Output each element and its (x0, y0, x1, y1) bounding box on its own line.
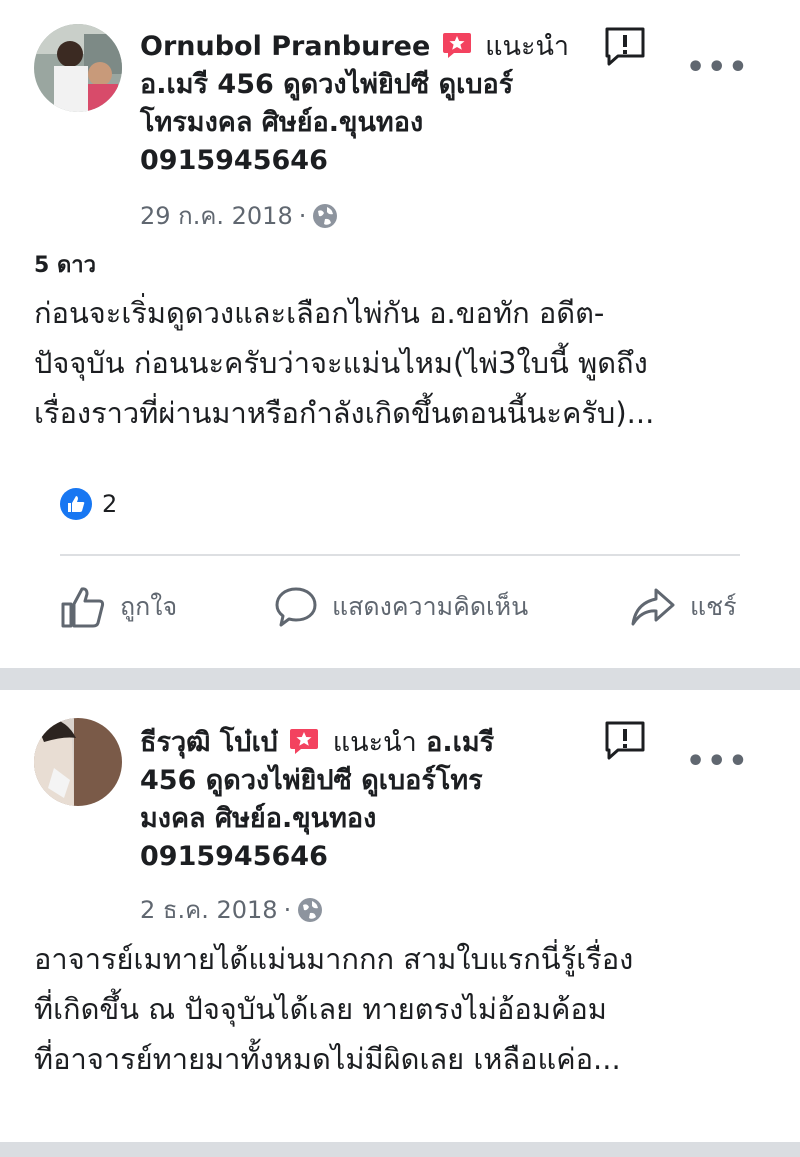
like-summary[interactable]: 2 (60, 488, 117, 520)
like-label: ถูกใจ (120, 592, 178, 621)
post-text: ก่อนจะเริ่มดูดวงและเลือกไพ่กัน อ.ขอทัก อ… (34, 288, 774, 438)
like-count: 2 (102, 490, 118, 518)
dot-separator: · (298, 201, 307, 230)
avatar[interactable] (34, 24, 122, 112)
post-text-line: ก่อนจะเริ่มดูดวงและเลือกไพ่กัน อ.ขอทัก อ… (34, 296, 605, 330)
page-name-line[interactable]: โทรมงคล ศิษย์อ.ขุนทอง (140, 104, 580, 142)
review-post-2: ธีรวุฒิ โบ๋เบ๋ แนะนำ อ.เมรี 456 ดูดวงไพ่… (0, 690, 800, 1142)
post-text: อาจารย์เมทายได้แม่นมากกก สามใบแรกนี่รู้เ… (34, 934, 774, 1084)
avatar[interactable] (34, 718, 122, 806)
thumbs-up-icon (61, 587, 105, 628)
author-name[interactable]: Ornubol Pranburee (140, 31, 430, 62)
post-separator (0, 1142, 800, 1157)
like-button[interactable]: ถูกใจ (60, 585, 177, 629)
recommend-label: แนะนำ (485, 31, 570, 62)
post-date[interactable]: 29 ก.ค. 2018 (140, 196, 293, 235)
post-text-line: ปัจจุบัน ก่อนนะครับว่าจะแม่นไหม(ไพ่3ใบนี… (34, 346, 648, 380)
more-options-icon[interactable]: ••• (686, 50, 750, 85)
post-text-line[interactable]: ที่อาจารย์ทายมาทั้งหมดไม่มีผิดเลย เหลือแ… (34, 1034, 774, 1084)
comment-button[interactable]: แสดงความคิดเห็น (274, 585, 528, 629)
comment-icon (275, 587, 317, 627)
recommend-label: แนะนำ (332, 727, 417, 758)
more-options-icon[interactable]: ••• (686, 744, 750, 779)
share-label: แชร์ (690, 592, 737, 621)
recommend-icon (442, 33, 471, 58)
report-icon[interactable] (603, 26, 647, 68)
dot-separator: · (283, 895, 292, 924)
phone-number: 0915945646 (140, 145, 328, 176)
page-name-line[interactable]: อ.เมรี (426, 727, 494, 758)
post-date[interactable]: 2 ธ.ค. 2018 (140, 890, 278, 929)
like-badge-icon (60, 488, 92, 520)
post-header: Ornubol Pranburee แนะนำ อ.เมรี 456 ดูดวง… (140, 28, 580, 180)
divider (60, 554, 740, 556)
review-post-1: Ornubol Pranburee แนะนำ อ.เมรี 456 ดูดวง… (0, 0, 800, 668)
post-text-line: อาจารย์เมทายได้แม่นมากกก สามใบแรกนี่รู้เ… (34, 942, 634, 976)
rating-label: 5 ดาว (34, 253, 96, 278)
share-icon (631, 588, 675, 626)
recommend-icon (290, 729, 319, 754)
post-text-line[interactable]: เรื่องราวที่ผ่านมาหรือกำลังเกิดขึ้นตอนนี… (34, 388, 774, 438)
comment-label: แสดงความคิดเห็น (332, 592, 529, 621)
post-meta: 2 ธ.ค. 2018 · (140, 890, 323, 929)
post-meta: 29 ก.ค. 2018 · (140, 196, 338, 235)
post-separator (0, 668, 800, 690)
globe-icon (298, 897, 323, 922)
globe-icon (313, 203, 338, 228)
share-button[interactable]: แชร์ (630, 585, 737, 629)
report-icon[interactable] (603, 720, 647, 762)
page-name-line[interactable]: อ.เมรี 456 ดูดวงไพ่ยิปซี ดูเบอร์ (140, 66, 580, 104)
page-name-line[interactable]: 456 ดูดวงไพ่ยิปซี ดูเบอร์โทร (140, 762, 580, 800)
phone-number: 0915945646 (140, 841, 328, 872)
post-header: ธีรวุฒิ โบ๋เบ๋ แนะนำ อ.เมรี 456 ดูดวงไพ่… (140, 724, 580, 876)
page-name-line[interactable]: มงคล ศิษย์อ.ขุนทอง (140, 800, 580, 838)
author-name[interactable]: ธีรวุฒิ โบ๋เบ๋ (140, 727, 278, 758)
post-text-line: ที่เกิดขึ้น ณ ปัจจุบันได้เลย ทายตรงไม่อ้… (34, 992, 607, 1026)
